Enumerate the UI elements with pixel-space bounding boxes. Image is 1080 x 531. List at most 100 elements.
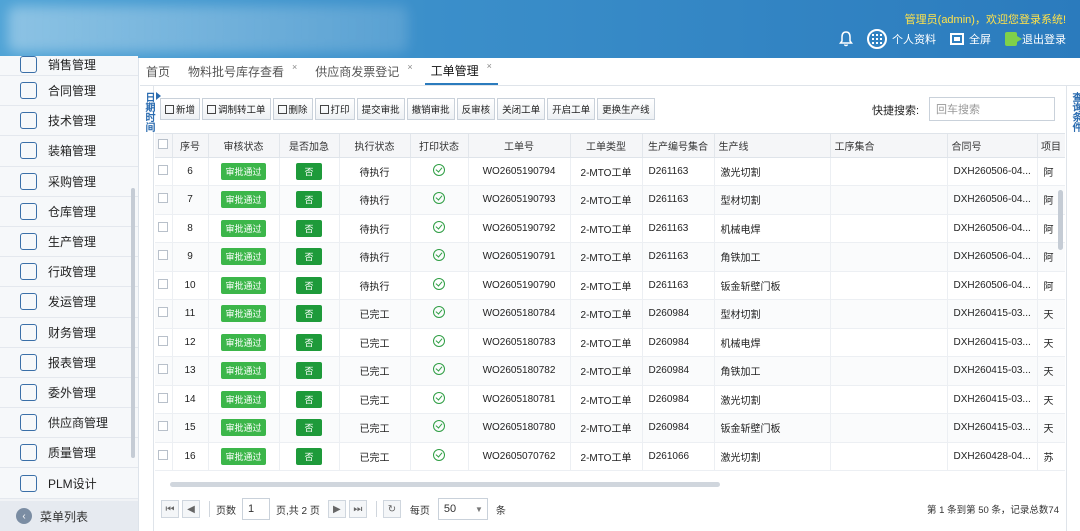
tab-label: 物料批号库存查看 <box>188 65 285 79</box>
profile-button[interactable]: 个人资料 <box>867 29 936 49</box>
sidebar-item[interactable]: 采购管理 <box>0 166 138 197</box>
row-checkbox[interactable] <box>158 250 169 261</box>
column-header[interactable]: 工单号 <box>468 134 571 158</box>
status-badge: 审批通过 <box>221 333 266 351</box>
sidebar-item[interactable]: 供应商管理 <box>0 408 138 439</box>
plm-icon <box>20 474 37 492</box>
sidebar-item-label: 合同管理 <box>48 84 97 99</box>
admin-icon <box>20 263 37 281</box>
sidebar-item[interactable]: 生产管理 <box>0 226 138 258</box>
tab-item[interactable]: 首页 <box>140 58 176 85</box>
table-vertical-scrollbar[interactable] <box>1058 190 1063 250</box>
fullscreen-label: 全屏 <box>969 34 991 46</box>
sidebar-item-label: 仓库管理 <box>48 204 97 219</box>
column-header[interactable]: 工单类型 <box>570 134 643 158</box>
table-cell-exec: 待执行 <box>339 185 411 215</box>
close-icon[interactable]: × <box>407 62 412 72</box>
select-all-checkbox[interactable] <box>158 138 169 149</box>
column-header[interactable]: 项目 <box>1037 134 1065 158</box>
sidebar-item[interactable]: 质量管理 <box>0 438 138 469</box>
toolbar-button[interactable]: 打印 <box>314 98 355 120</box>
last-page-button[interactable]: ⏭ <box>348 500 367 518</box>
notification-button[interactable] <box>839 31 853 47</box>
sidebar-item[interactable]: 委外管理 <box>0 377 138 409</box>
table-row[interactable]: 6 审批通过 否待执行 WO2605190794 2-MTO工单 D261163 激光切割 D… <box>155 157 1065 186</box>
sidebar-scrollbar[interactable] <box>131 188 135 458</box>
table-row[interactable]: 14 审批通过 否已完工 WO2605180781 2-MTO工单 D260984 激光切割… <box>155 385 1065 414</box>
fullscreen-button[interactable]: 全屏 <box>950 31 991 47</box>
sidebar-item[interactable]: 合同管理 <box>0 76 138 107</box>
sidebar-item[interactable]: 发运管理 <box>0 287 138 318</box>
page-number-input[interactable]: 1 <box>242 498 270 520</box>
sidebar-item[interactable]: 仓库管理 <box>0 196 138 227</box>
table-row[interactable]: 7 审批通过 否待执行 WO2605190793 2-MTO工单 D261163 型材切割 D… <box>155 185 1065 215</box>
sidebar-item[interactable]: PLM设计 <box>0 468 138 499</box>
sidebar-item[interactable]: 行政管理 <box>0 257 138 288</box>
row-checkbox[interactable] <box>158 307 169 318</box>
table-row[interactable]: 12 审批通过 否已完工 WO2605180783 2-MTO工单 D260984 机械电焊… <box>155 328 1065 357</box>
toolbar-button[interactable]: 删除 <box>272 98 313 120</box>
close-icon[interactable]: × <box>292 62 297 72</box>
table-horizontal-scrollbar[interactable] <box>170 482 720 487</box>
sidebar-item[interactable]: 技术管理 <box>0 106 138 137</box>
menu-list-toggle[interactable]: ‹ 菜单列表 <box>0 501 138 531</box>
row-checkbox[interactable] <box>158 364 169 375</box>
profile-label: 个人资料 <box>892 34 936 46</box>
row-checkbox[interactable] <box>158 164 169 175</box>
table-cell-no: 13 <box>172 356 209 386</box>
table-cell-wo: WO2605190790 <box>468 271 571 300</box>
sidebar-item[interactable]: 装箱管理 <box>0 136 138 167</box>
column-header[interactable]: 审核状态 <box>208 134 280 158</box>
row-checkbox[interactable] <box>158 193 169 204</box>
tab-item[interactable]: 供应商发票登记 × <box>309 58 418 85</box>
row-checkbox[interactable] <box>158 421 169 432</box>
table-row[interactable]: 9 审批通过 否待执行 WO2605190791 2-MTO工单 D261163 角铁加工 D… <box>155 242 1065 272</box>
column-header[interactable]: 合同号 <box>947 134 1038 158</box>
date-time-panel-toggle[interactable]: 日期时间 <box>140 86 161 531</box>
row-checkbox[interactable] <box>158 335 169 346</box>
toolbar-button[interactable]: 关闭工单 <box>497 98 546 120</box>
table-cell-prod: D261163 <box>642 214 715 243</box>
column-header[interactable]: 执行状态 <box>339 134 411 158</box>
toolbar-button[interactable]: 提交审批 <box>356 98 405 120</box>
prev-page-button[interactable]: ◀ <box>182 500 200 518</box>
supplier-icon <box>20 414 37 432</box>
row-checkbox[interactable] <box>158 449 169 460</box>
column-header[interactable]: 生产编号集合 <box>642 134 715 158</box>
refresh-icon[interactable]: ↻ <box>382 500 401 518</box>
table-row[interactable]: 13 审批通过 否已完工 WO2605180782 2-MTO工单 D260984 角铁加工… <box>155 356 1065 386</box>
toolbar-button[interactable]: 更换生产线 <box>597 98 655 120</box>
table-cell-proj: 苏 <box>1037 442 1065 471</box>
quick-search-input[interactable]: 回车搜索 <box>929 97 1055 121</box>
column-header[interactable]: 序号 <box>172 134 209 158</box>
column-header[interactable]: 打印状态 <box>410 134 469 158</box>
close-icon[interactable]: × <box>487 61 492 71</box>
toolbar-button[interactable]: 调制转工单 <box>202 98 271 120</box>
toolbar-button[interactable]: 反审核 <box>456 98 496 120</box>
column-header[interactable]: 工序集合 <box>830 134 948 158</box>
toolbar-button[interactable]: 开启工单 <box>547 98 596 120</box>
toolbar-button[interactable]: 撤销审批 <box>406 98 455 120</box>
audit-status-cell: 审批通过 <box>208 385 280 414</box>
sidebar-item[interactable]: 报表管理 <box>0 347 138 378</box>
table-row[interactable]: 15 审批通过 否已完工 WO2605180780 2-MTO工单 D260984 钣金斩壁… <box>155 413 1065 443</box>
tab-item[interactable]: 物料批号库存查看 × <box>182 58 303 85</box>
column-header[interactable]: 是否加急 <box>279 134 340 158</box>
row-checkbox[interactable] <box>158 392 169 403</box>
row-checkbox[interactable] <box>158 221 169 232</box>
toolbar-button[interactable]: 新增 <box>160 98 201 120</box>
first-page-button[interactable]: ⏮ <box>161 500 179 518</box>
table-row[interactable]: 11 审批通过 否已完工 WO2605180784 2-MTO工单 D260984 型材切割… <box>155 299 1065 329</box>
per-page-select[interactable]: 50 ▼ <box>437 498 488 520</box>
table-row[interactable]: 10 审批通过 否待执行 WO2605190790 2-MTO工单 D261163 钣金斩壁… <box>155 271 1065 300</box>
column-header[interactable]: 生产线 <box>714 134 831 158</box>
sidebar-item[interactable]: 财务管理 <box>0 317 138 348</box>
sidebar-item[interactable]: 销售管理 <box>0 56 138 76</box>
row-checkbox[interactable] <box>158 278 169 289</box>
next-page-button[interactable]: ▶ <box>327 500 346 518</box>
logout-button[interactable]: 退出登录 <box>1005 31 1066 47</box>
table-row[interactable]: 16 审批通过 否已完工 WO2605070762 2-MTO工单 D261066 激光切割… <box>155 442 1065 471</box>
table-row[interactable]: 8 审批通过 否待执行 WO2605190792 2-MTO工单 D261163 机械电焊 D… <box>155 214 1065 243</box>
query-panel-toggle[interactable]: 查询条件 <box>1066 86 1080 531</box>
tab-item[interactable]: 工单管理 × <box>424 58 498 85</box>
